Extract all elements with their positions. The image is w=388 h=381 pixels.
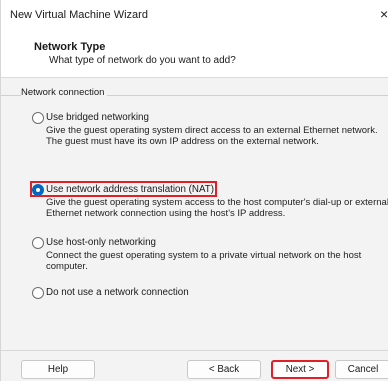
- option-bridged-description: Give the guest operating system direct a…: [46, 125, 378, 147]
- close-icon[interactable]: ×: [380, 6, 388, 22]
- back-button[interactable]: < Back: [187, 360, 261, 379]
- option-nat-description: Give the guest operating system access t…: [46, 197, 388, 219]
- wizard-window: New Virtual Machine Wizard × Network Typ…: [0, 0, 388, 381]
- radio-bridged[interactable]: [32, 112, 44, 124]
- option-host-only-label[interactable]: Use host-only networking: [46, 236, 156, 249]
- title-bar: New Virtual Machine Wizard ×: [1, 0, 388, 30]
- radio-no-network[interactable]: [32, 287, 44, 299]
- option-nat-label[interactable]: Use network address translation (NAT): [46, 183, 214, 196]
- group-label: Network connection: [21, 87, 108, 98]
- option-bridged-label[interactable]: Use bridged networking: [46, 111, 149, 124]
- radio-host-only[interactable]: [32, 237, 44, 249]
- option-no-network-label[interactable]: Do not use a network connection: [46, 286, 189, 299]
- page-subtitle: What type of network do you want to add?: [49, 55, 236, 66]
- option-host-only-description: Connect the guest operating system to a …: [46, 250, 362, 272]
- cancel-button[interactable]: Cancel: [335, 360, 388, 379]
- window-title: New Virtual Machine Wizard: [10, 9, 148, 21]
- help-button[interactable]: Help: [21, 360, 95, 379]
- wizard-header: Network Type What type of network do you…: [1, 30, 388, 78]
- page-title: Network Type: [34, 41, 106, 53]
- footer-divider: [1, 350, 388, 351]
- next-button[interactable]: Next >: [271, 360, 329, 379]
- radio-nat[interactable]: [32, 184, 44, 196]
